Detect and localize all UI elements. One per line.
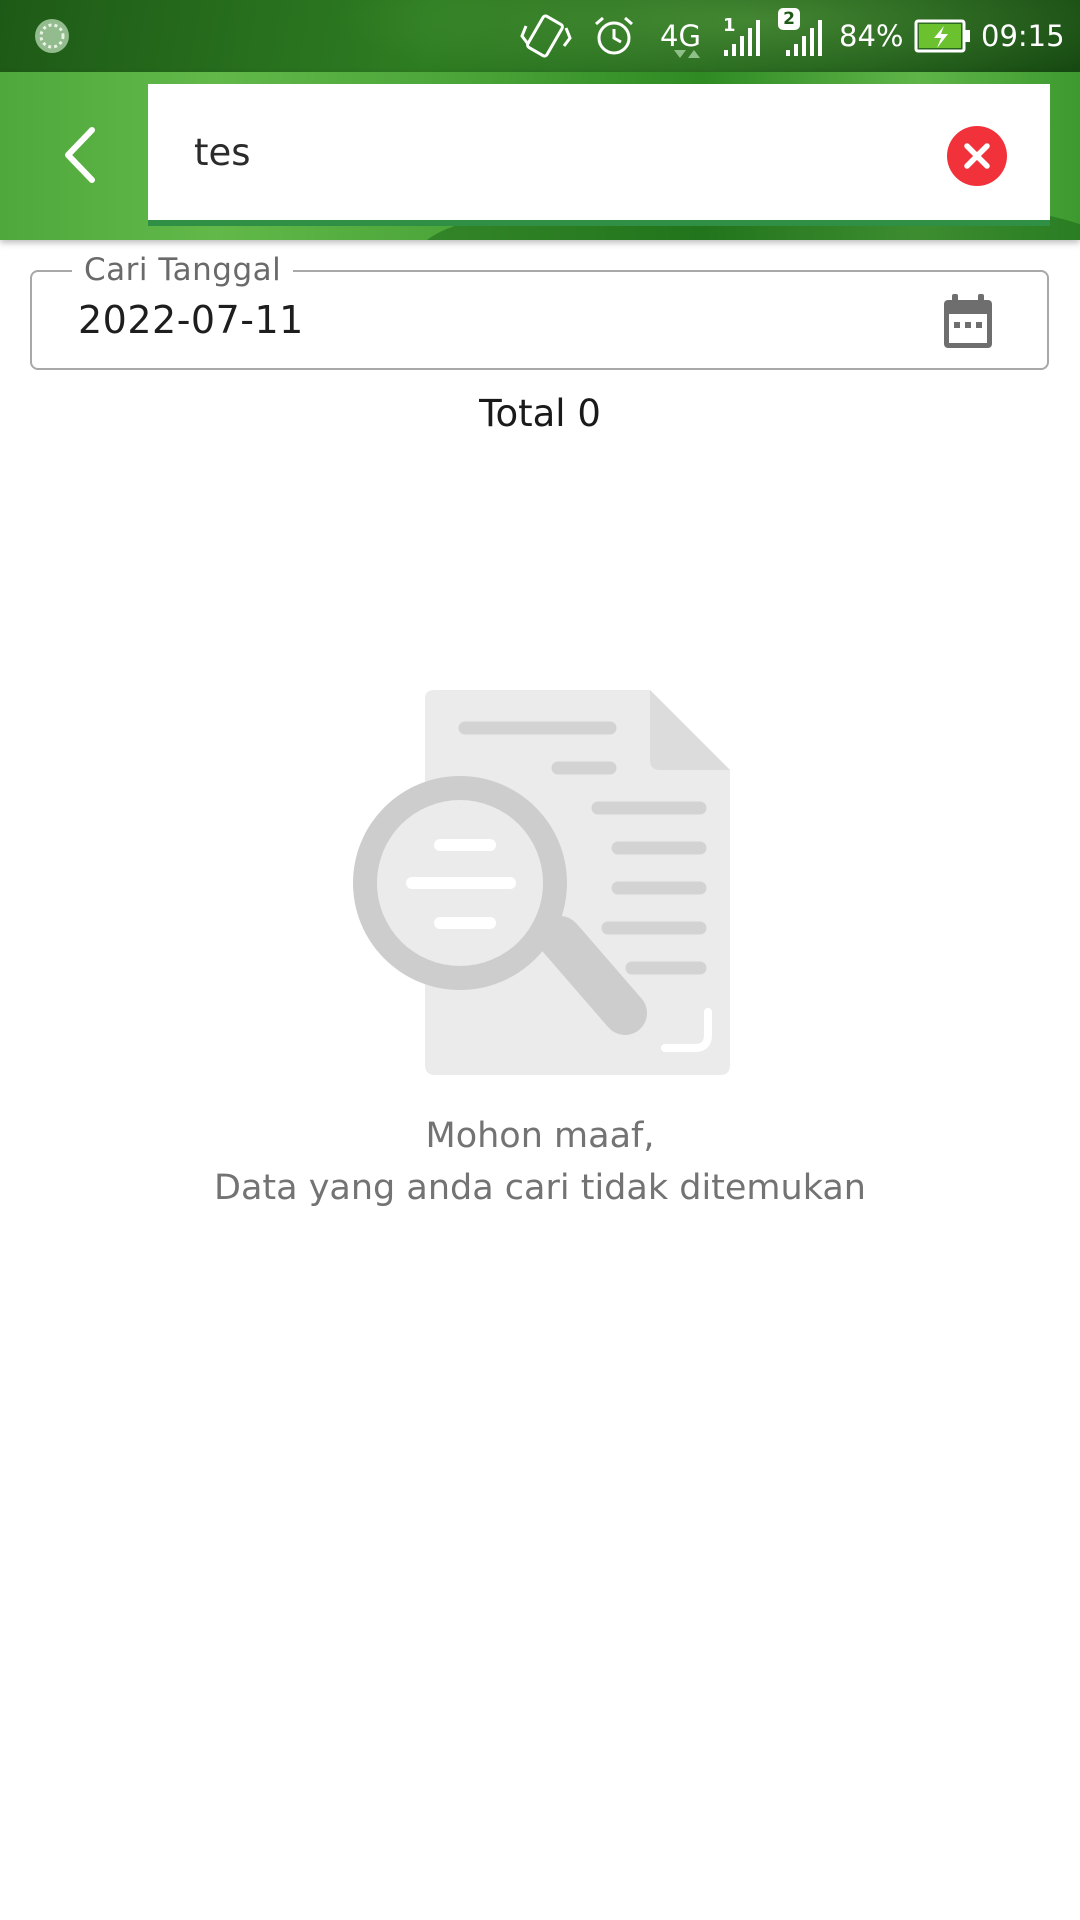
vibrate-icon — [520, 14, 572, 58]
back-button[interactable] — [56, 122, 106, 188]
empty-state-message: Mohon maaf, Data yang anda cari tidak di… — [0, 1110, 1080, 1214]
app-bar — [0, 72, 1080, 240]
alarm-icon — [595, 16, 633, 55]
document-search-icon — [353, 690, 730, 1075]
date-filter-label: Cari Tanggal — [72, 250, 294, 290]
search-input[interactable] — [194, 128, 894, 176]
clock: 09:15 — [981, 19, 1065, 53]
empty-state-line1: Mohon maaf, — [425, 1116, 655, 1156]
signal-icon — [724, 20, 760, 56]
close-circle-icon — [964, 143, 990, 169]
date-filter-value[interactable]: 2022-07-11 — [78, 296, 304, 344]
total-count: Total 0 — [479, 392, 601, 435]
date-filter-field[interactable]: Cari Tanggal 2022-07-11 — [30, 250, 1049, 370]
status-bar: 4G 1 2 84% 09:15 — [0, 0, 1080, 72]
signal-icon — [786, 20, 822, 56]
battery-charging-icon — [914, 19, 970, 53]
empty-state-line2: Data yang anda cari tidak ditemukan — [214, 1168, 866, 1208]
data-arrows-icon — [674, 50, 700, 58]
search-box[interactable] — [148, 84, 1050, 226]
calendar-icon[interactable] — [940, 292, 996, 352]
clear-search-button[interactable] — [947, 126, 1007, 186]
battery-percent: 84% — [839, 19, 904, 53]
loading-icon — [35, 19, 69, 53]
